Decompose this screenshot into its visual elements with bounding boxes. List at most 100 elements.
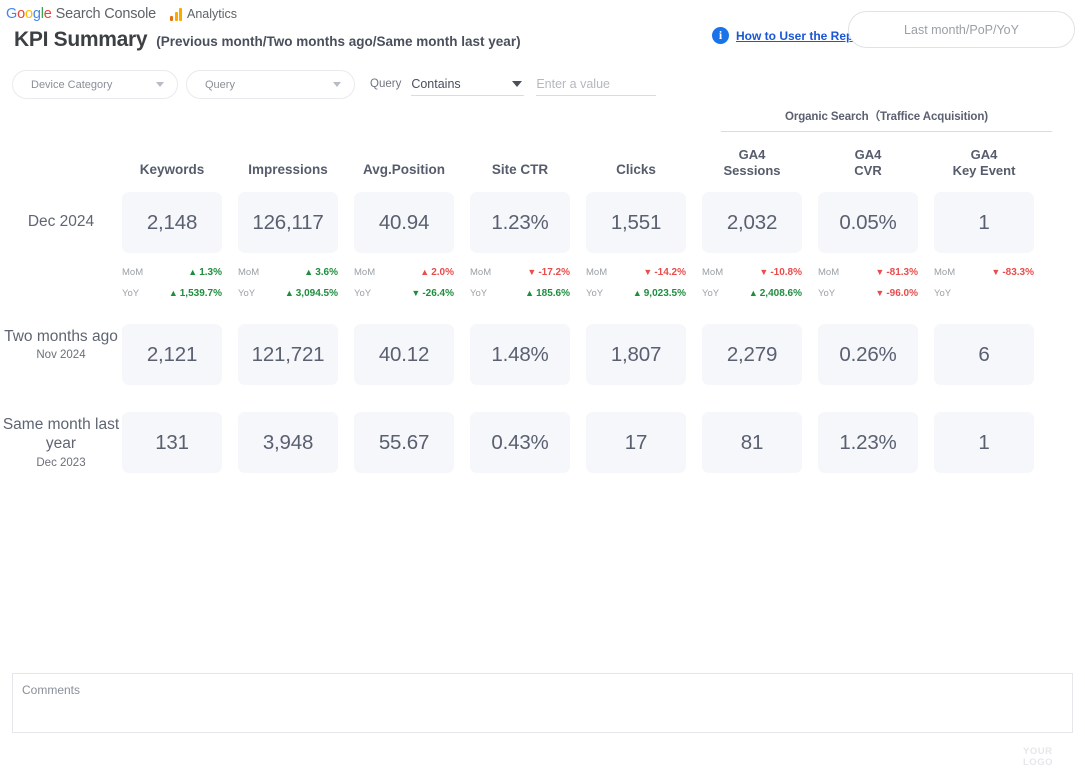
cell-value: 1.23% <box>839 431 896 455</box>
comments-box[interactable]: Comments <box>12 673 1073 733</box>
delta-group: MoM ▼-17.2% YoY ▲185.6% <box>470 262 570 304</box>
delta-row-mom: MoM ▼-14.2% <box>586 262 686 283</box>
delta-text-yoy: 3,094.5% <box>296 288 338 299</box>
brand-bar: G o o g l e Search Console Analytics <box>6 5 237 23</box>
query-operator-select[interactable]: Contains <box>411 72 524 96</box>
query-value-input[interactable] <box>536 72 656 96</box>
delta-label-yoy: YoY <box>702 288 729 299</box>
cell-group: 17 <box>586 412 686 473</box>
delta-value-yoy: ▲185.6% <box>497 288 570 299</box>
cell-group: 0.43% <box>470 412 570 473</box>
table-cell: 1 <box>934 412 1034 473</box>
trend-down-icon: ▼ <box>875 268 884 277</box>
delta-label-yoy: YoY <box>470 288 497 299</box>
delta-group: MoM ▼-10.8% YoY ▲2,408.6% <box>702 262 802 304</box>
cell-value: 2,279 <box>727 343 777 367</box>
product-name: Search Console <box>56 6 156 22</box>
delta-label-mom: MoM <box>354 267 381 278</box>
table-cell: 0.43% <box>470 412 570 473</box>
row-label-same-month-last-year-main: Same month last year <box>0 415 122 454</box>
column-header-avg-position: Avg.Position <box>354 162 454 178</box>
table-cell: 2,032 <box>702 192 802 253</box>
table-cell: 1,551 <box>586 192 686 253</box>
column-header-impressions: Impressions <box>238 162 338 178</box>
table-cell: 1.23% <box>818 412 918 473</box>
delta-value-yoy: ▲9,023.5% <box>613 288 686 299</box>
cell-group: 3,948 <box>238 412 338 473</box>
cell-value: 81 <box>741 431 763 455</box>
group-header-row: Organic Search（Traffice Acquisition) <box>0 108 1085 134</box>
trend-down-icon: ▼ <box>527 268 536 277</box>
cell-group: 0.26% <box>818 324 918 385</box>
delta-row-mom: MoM ▼-17.2% <box>470 262 570 283</box>
table-cell: 126,117 <box>238 192 338 253</box>
column-header-ga4-sessions: GA4 Sessions <box>702 147 802 178</box>
delta-value-yoy: ▼-96.0% <box>845 288 918 299</box>
delta-label-yoy: YoY <box>354 288 381 299</box>
delta-group: MoM ▼-81.3% YoY ▼-96.0% <box>818 262 918 304</box>
delta-row-mom: MoM ▼-83.3% <box>934 262 1034 283</box>
column-header-site-ctr-line1: Site CTR <box>470 162 570 178</box>
cell-value: 0.26% <box>839 343 896 367</box>
delta-text-yoy: 1,539.7% <box>180 288 222 299</box>
delta-label-mom: MoM <box>470 267 497 278</box>
cell-value: 1 <box>978 431 989 455</box>
logo-letter-g1: G <box>6 6 17 22</box>
page-subtitle: (Previous month/Two months ago/Same mont… <box>156 34 520 49</box>
delta-label-yoy: YoY <box>934 288 961 299</box>
row-label-current-main: Dec 2024 <box>0 212 122 231</box>
period-selector[interactable]: Last month/PoP/YoY <box>848 11 1075 48</box>
query-filter-group: Query Contains <box>370 72 656 96</box>
cell-value: 55.67 <box>379 431 429 455</box>
table-cell: 40.12 <box>354 324 454 385</box>
google-analytics-logo: Analytics <box>170 7 237 21</box>
cell-value: 40.12 <box>379 343 429 367</box>
column-header-ga4-sessions-line1: GA4 <box>702 147 802 162</box>
delta-value-mom: ▲3.6% <box>265 267 338 278</box>
cell-value: 126,117 <box>252 211 323 235</box>
delta-label-mom: MoM <box>702 267 729 278</box>
help-link-group[interactable]: i How to User the Report <box>712 27 869 44</box>
delta-value-mom: ▼-83.3% <box>961 267 1034 278</box>
device-category-filter[interactable]: Device Category <box>12 70 178 99</box>
delta-text-yoy: 9,023.5% <box>644 288 686 299</box>
query-operator-value: Contains <box>411 77 460 91</box>
row-label-two-months-ago-sub: Nov 2024 <box>0 348 122 362</box>
delta-value-mom: ▲1.3% <box>149 267 222 278</box>
cell-value: 1 <box>978 211 989 235</box>
cell-value: 17 <box>625 431 647 455</box>
comments-placeholder: Comments <box>22 683 80 697</box>
cell-value: 1,807 <box>611 343 661 367</box>
trend-up-icon: ▲ <box>304 268 313 277</box>
cell-group: 1.48% <box>470 324 570 385</box>
column-header-keywords: Keywords <box>122 162 222 178</box>
trend-down-icon: ▼ <box>643 268 652 277</box>
delta-text-mom: 3.6% <box>315 267 338 278</box>
trend-down-icon: ▼ <box>991 268 1000 277</box>
table-cell: 1.23% <box>470 192 570 253</box>
delta-value-mom: ▲2.0% <box>381 267 454 278</box>
trend-up-icon: ▲ <box>285 289 294 298</box>
cell-group: 1,807 <box>586 324 686 385</box>
delta-label-yoy: YoY <box>586 288 613 299</box>
cell-value: 6 <box>978 343 989 367</box>
table-cell: 40.94 <box>354 192 454 253</box>
delta-label-yoy: YoY <box>238 288 265 299</box>
column-header-ga4-key-event-line2: Key Event <box>934 163 1034 178</box>
column-header-keywords-line1: Keywords <box>122 162 222 178</box>
table-cell: 17 <box>586 412 686 473</box>
table-cell: 55.67 <box>354 412 454 473</box>
table-row: Same month last year Dec 2023 131 3,948 … <box>0 412 1085 473</box>
organic-search-group-label: Organic Search（Traffice Acquisition) <box>721 108 1052 124</box>
column-header-avg-position-line1: Avg.Position <box>354 162 454 178</box>
cell-group: 121,721 <box>238 324 338 385</box>
delta-group: MoM ▲2.0% YoY ▼-26.4% <box>354 262 454 304</box>
row-label-same-month-last-year-sub: Dec 2023 <box>0 456 122 470</box>
delta-value-yoy: ▲2,408.6% <box>729 288 802 299</box>
column-header-ga4-key-event: GA4 Key Event <box>934 147 1034 178</box>
cell-value: 2,121 <box>147 343 197 367</box>
query-dimension-filter[interactable]: Query <box>186 70 355 99</box>
column-header-site-ctr: Site CTR <box>470 162 570 178</box>
delta-row-yoy: YoY ▼-96.0% <box>818 283 918 304</box>
cell-value: 3,948 <box>263 431 313 455</box>
